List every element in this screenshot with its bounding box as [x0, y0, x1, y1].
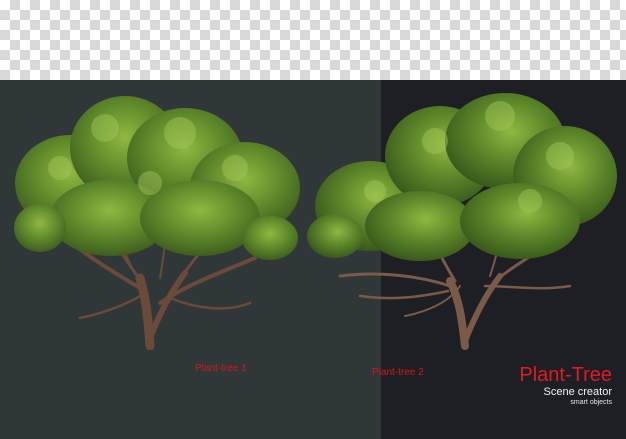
brand-block: Plant-Tree Scene creator smart objects — [519, 364, 612, 407]
brand-tagline: smart objects — [570, 399, 612, 406]
tree-1-image — [14, 96, 300, 350]
transparency-checkerboard — [0, 0, 626, 80]
tree-2-image — [307, 93, 617, 350]
brand-subtitle: Scene creator — [543, 386, 612, 398]
tree-2-label: Plant-tree 2 — [372, 367, 424, 378]
brand-title: Plant-Tree — [519, 364, 612, 386]
tree-2-foliage — [307, 93, 617, 261]
canvas: Plant-tree 1 Plant-tree 2 Plant-Tree Sce… — [0, 0, 626, 439]
tree-1-label: Plant-tree 1 — [195, 363, 247, 374]
